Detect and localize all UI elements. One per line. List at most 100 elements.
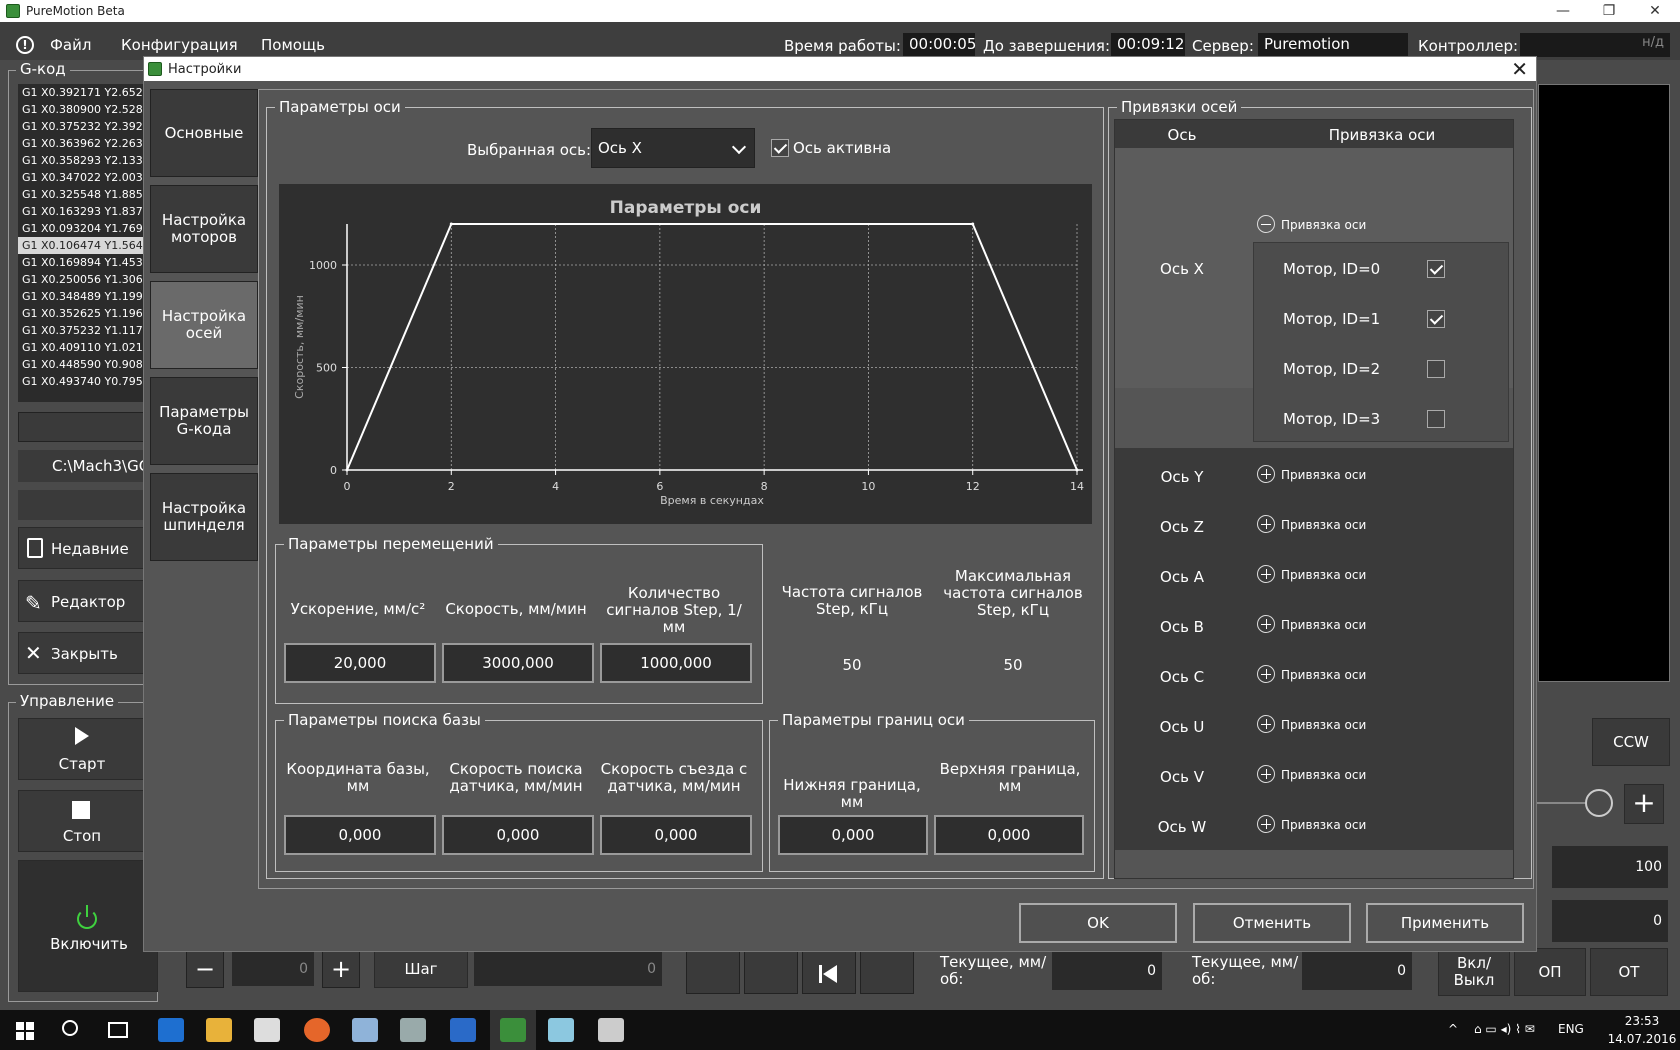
- gcode-line[interactable]: G1 X0.375232 Y1.117: [18, 322, 144, 339]
- axis-row[interactable]: Ось C Привязка оси: [1115, 652, 1513, 698]
- start-button[interactable]: Старт: [18, 718, 144, 780]
- tab-spindle[interactable]: Настройка шпинделя: [150, 473, 258, 561]
- expand-icon[interactable]: [1257, 815, 1275, 833]
- gcode-line[interactable]: G1 X0.448590 Y0.908: [18, 356, 144, 373]
- tab-gcode[interactable]: Параметры G-кода: [150, 377, 258, 465]
- apply-button[interactable]: Применить: [1366, 903, 1524, 943]
- minimize-icon[interactable]: —: [1540, 0, 1586, 22]
- gcode-line[interactable]: G1 X0.250056 Y1.306: [18, 271, 144, 288]
- firefox-icon[interactable]: [304, 1018, 330, 1042]
- close-file-button[interactable]: ✕ Закрыть: [18, 632, 144, 674]
- edge-icon[interactable]: [158, 1018, 184, 1042]
- upper-limit-input[interactable]: 0,000: [934, 815, 1084, 855]
- expand-icon[interactable]: [1257, 665, 1275, 683]
- feed-override-value[interactable]: 100: [1552, 846, 1668, 888]
- expand-icon[interactable]: [1257, 565, 1275, 583]
- axis-row[interactable]: Ось B Привязка оси: [1115, 602, 1513, 648]
- menu-file[interactable]: Файл: [50, 36, 91, 54]
- jog-button-1[interactable]: [686, 950, 740, 994]
- gcode-line[interactable]: G1 X0.358293 Y2.133: [18, 152, 144, 169]
- close-icon[interactable]: ✕: [1632, 0, 1678, 22]
- gcode-blank-field[interactable]: [18, 412, 144, 442]
- tool-icon[interactable]: [548, 1018, 574, 1042]
- axis-row[interactable]: Ось A Привязка оси: [1115, 552, 1513, 598]
- task-view-icon[interactable]: [108, 1022, 128, 1038]
- gcode-line[interactable]: G1 X0.352625 Y1.196: [18, 305, 144, 322]
- gcode-line[interactable]: G1 X0.348489 Y1.199: [18, 288, 144, 305]
- plus-button[interactable]: +: [322, 950, 360, 988]
- motor-1-checkbox[interactable]: [1427, 310, 1445, 328]
- gcode-line[interactable]: G1 X0.093204 Y1.769: [18, 220, 144, 237]
- minus-button[interactable]: −: [186, 950, 224, 988]
- tray-icons[interactable]: ⌂ ▭ ◂) ⌇ ✉: [1474, 1022, 1535, 1036]
- tab-motors[interactable]: Настройка моторов: [150, 185, 258, 273]
- store-icon[interactable]: [254, 1018, 280, 1042]
- home-speed-input[interactable]: 0,000: [442, 815, 594, 855]
- accel-input[interactable]: 20,000: [284, 643, 436, 683]
- window-app-icon[interactable]: [450, 1018, 476, 1042]
- menu-config[interactable]: Конфигурация: [121, 36, 238, 54]
- menu-help[interactable]: Помощь: [261, 36, 325, 54]
- windows-start-icon[interactable]: [16, 1022, 34, 1040]
- gcode-line[interactable]: G1 X0.409110 Y1.021: [18, 339, 144, 356]
- speed-slider-handle[interactable]: [1585, 789, 1613, 817]
- ok-button[interactable]: OK: [1019, 903, 1177, 943]
- expand-icon[interactable]: [1257, 615, 1275, 633]
- axis-row[interactable]: Ось Y Привязка оси: [1115, 452, 1513, 498]
- axis-row[interactable]: Ось Z Привязка оси: [1115, 502, 1513, 548]
- jog-button-4[interactable]: [860, 950, 914, 994]
- restore-icon[interactable]: ❐: [1586, 0, 1632, 22]
- dialog-close-icon[interactable]: ✕: [1511, 57, 1528, 81]
- axis-row[interactable]: Ось V Привязка оси: [1115, 752, 1513, 798]
- gcode-list[interactable]: G1 X0.392171 Y2.652 G1 X0.380900 Y2.528 G1…: [18, 84, 144, 402]
- stop-button[interactable]: Стоп: [18, 790, 144, 852]
- expand-icon[interactable]: [1257, 715, 1275, 733]
- network-app-icon[interactable]: [400, 1018, 426, 1042]
- gcode-line[interactable]: G1 X0.169894 Y1.453: [18, 254, 144, 271]
- lower-limit-input[interactable]: 0,000: [778, 815, 928, 855]
- gcode-line[interactable]: G1 X0.163293 Y1.837: [18, 203, 144, 220]
- ot-button[interactable]: ОТ: [1590, 948, 1668, 996]
- axis-select[interactable]: Ось X: [591, 128, 755, 168]
- motor-0-checkbox[interactable]: [1427, 260, 1445, 278]
- home-exit-input[interactable]: 0,000: [600, 815, 752, 855]
- expand-icon[interactable]: [1257, 765, 1275, 783]
- steps-input[interactable]: 1000,000: [600, 643, 752, 683]
- step-value-field[interactable]: 0: [232, 952, 314, 986]
- puremotion-icon[interactable]: [500, 1018, 526, 1042]
- alert-icon[interactable]: !: [16, 36, 34, 54]
- onoff-button[interactable]: Вкл/Выкл: [1438, 948, 1510, 996]
- calculator-icon[interactable]: [598, 1018, 624, 1042]
- speed-input[interactable]: 3000,000: [442, 643, 594, 683]
- editor-button[interactable]: ✎ Редактор: [18, 580, 144, 622]
- gcode-line[interactable]: G1 X0.106474 Y1.564: [18, 237, 144, 254]
- recent-button[interactable]: Недавние: [18, 527, 144, 569]
- search-icon[interactable]: [62, 1020, 78, 1036]
- gcode-line[interactable]: G1 X0.375232 Y2.392: [18, 118, 144, 135]
- tab-general[interactable]: Основные: [150, 89, 258, 177]
- lang-indicator[interactable]: ENG: [1558, 1022, 1584, 1036]
- axis-row[interactable]: Ось W Привязка оси: [1115, 802, 1513, 848]
- skip-back-button[interactable]: [802, 950, 856, 994]
- step-button[interactable]: Шаг: [374, 950, 468, 988]
- axis-active-checkbox[interactable]: [771, 139, 789, 157]
- axis-row[interactable]: Ось U Привязка оси: [1115, 702, 1513, 748]
- gcode-line[interactable]: G1 X0.347022 Y2.003: [18, 169, 144, 186]
- step-value-field-2[interactable]: 0: [474, 952, 662, 986]
- motor-2-checkbox[interactable]: [1427, 360, 1445, 378]
- power-button[interactable]: Включить: [18, 860, 158, 992]
- spindle-value[interactable]: 0: [1552, 900, 1668, 942]
- clock-date[interactable]: 14.07.2016: [1606, 1032, 1678, 1046]
- expand-icon[interactable]: [1257, 465, 1275, 483]
- op-button[interactable]: ОП: [1514, 948, 1586, 996]
- home-coord-input[interactable]: 0,000: [284, 815, 436, 855]
- clock-time[interactable]: 23:53: [1612, 1014, 1672, 1028]
- jog-button-2[interactable]: [744, 950, 798, 994]
- gcode-line[interactable]: G1 X0.325548 Y1.885: [18, 186, 144, 203]
- tab-axes[interactable]: Настройка осей: [150, 281, 258, 369]
- paint-icon[interactable]: [352, 1018, 378, 1042]
- speed-plus-button[interactable]: +: [1624, 784, 1664, 824]
- gcode-line[interactable]: G1 X0.392171 Y2.652: [18, 84, 144, 101]
- tray-chevron-icon[interactable]: ^: [1448, 1022, 1458, 1036]
- cancel-button[interactable]: Отменить: [1193, 903, 1351, 943]
